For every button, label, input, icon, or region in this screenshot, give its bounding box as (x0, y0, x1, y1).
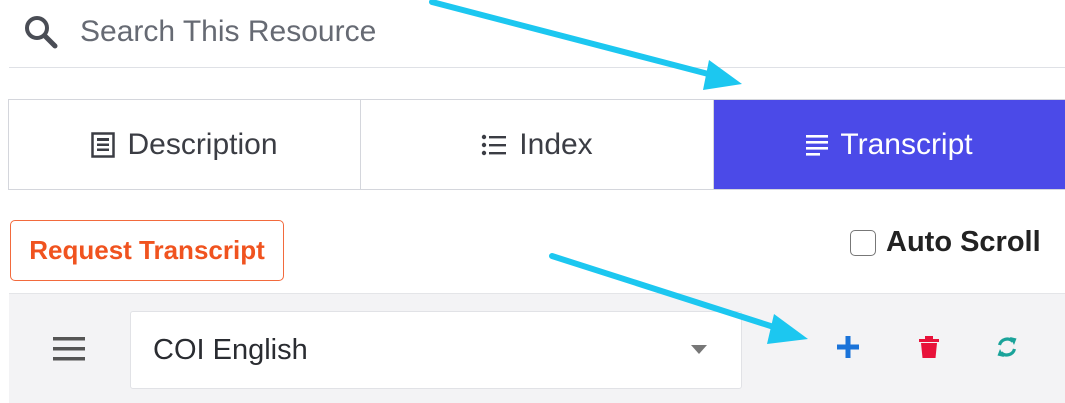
list-icon (481, 134, 507, 156)
document-icon (91, 131, 116, 158)
hamburger-menu-icon[interactable] (53, 337, 85, 366)
text-lines-icon (806, 134, 829, 156)
refresh-transcript-button[interactable] (992, 334, 1022, 364)
search-bar[interactable]: Search This Resource (24, 10, 376, 54)
search-icon (24, 15, 58, 49)
add-icon (837, 335, 859, 363)
search-input[interactable]: Search This Resource (80, 15, 376, 49)
transcript-select-value: COI English (153, 333, 308, 366)
resource-tabs: Description Index Transcript (8, 99, 1065, 190)
tab-transcript[interactable]: Transcript (714, 100, 1065, 189)
tab-description[interactable]: Description (9, 100, 361, 189)
auto-scroll-label: Auto Scroll (886, 226, 1041, 258)
tab-index-label: Index (519, 127, 593, 161)
tab-transcript-label: Transcript (840, 127, 973, 161)
delete-transcript-button[interactable] (914, 334, 944, 364)
refresh-icon (996, 336, 1018, 363)
tab-description-label: Description (127, 127, 278, 161)
search-divider (9, 67, 1065, 68)
auto-scroll-checkbox[interactable] (850, 229, 876, 256)
chevron-down-icon (691, 341, 707, 359)
annotation-arrow-transcript-tab (429, 0, 742, 90)
transcript-select[interactable]: COI English (130, 311, 742, 389)
auto-scroll-toggle[interactable]: Auto Scroll (850, 226, 1041, 259)
transcript-toolbar: COI English (9, 293, 1065, 403)
trash-icon (919, 335, 939, 363)
add-transcript-button[interactable] (833, 334, 863, 364)
tab-index[interactable]: Index (361, 100, 714, 189)
request-transcript-button[interactable]: Request Transcript (10, 220, 284, 281)
